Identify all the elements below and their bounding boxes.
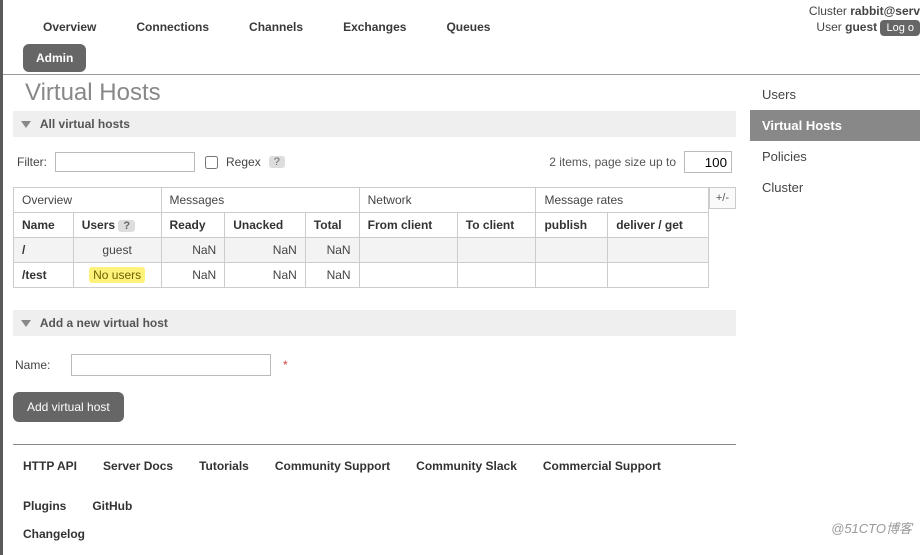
columns-toggle-button[interactable]: +/- <box>709 187 736 209</box>
footer-link[interactable]: Community Slack <box>416 459 517 473</box>
nav-overview[interactable]: Overview <box>23 10 116 42</box>
footer-link[interactable]: Changelog <box>23 527 85 541</box>
cell-publish <box>536 238 608 263</box>
sidebar-item-virtual-hosts[interactable]: Virtual Hosts <box>750 110 920 141</box>
nav-connections[interactable]: Connections <box>116 10 229 42</box>
sidebar-item-policies[interactable]: Policies <box>750 141 920 172</box>
pager-info: 2 items, page size up to <box>549 155 676 169</box>
regex-checkbox[interactable] <box>205 156 218 169</box>
col-ready[interactable]: Ready <box>161 213 225 238</box>
nav-admin[interactable]: Admin <box>23 44 86 72</box>
section-add-label: Add a new virtual host <box>40 316 168 330</box>
cell-deliver-get <box>608 263 709 288</box>
table-row: /testNo usersNaNNaNNaN <box>14 263 709 288</box>
cluster-name: rabbit@serv <box>850 4 920 18</box>
vhost-link[interactable]: / <box>22 243 25 257</box>
chevron-down-icon <box>21 121 31 128</box>
no-users-badge: No users <box>89 267 145 283</box>
cell-to-client <box>457 238 536 263</box>
col-group-rates: Message rates <box>536 188 708 213</box>
page-size-input[interactable] <box>684 151 732 173</box>
logout-button[interactable]: Log o <box>880 20 920 36</box>
cell-total: NaN <box>305 238 359 263</box>
add-name-label: Name: <box>15 358 63 372</box>
cell-ready: NaN <box>161 238 225 263</box>
col-users: Users ? <box>73 213 161 238</box>
footer-link[interactable]: HTTP API <box>23 459 77 473</box>
chevron-down-icon <box>21 320 31 327</box>
footer-link[interactable]: Community Support <box>275 459 390 473</box>
footer-link[interactable]: Server Docs <box>103 459 173 473</box>
cell-total: NaN <box>305 263 359 288</box>
col-group-messages: Messages <box>161 188 359 213</box>
filter-input[interactable] <box>55 152 195 172</box>
section-add-vhost[interactable]: Add a new virtual host <box>13 310 736 336</box>
page-title: Virtual Hosts <box>25 79 736 107</box>
cell-ready: NaN <box>161 263 225 288</box>
user-label: User <box>816 20 841 34</box>
main-nav: Overview Connections Channels Exchanges … <box>3 0 510 42</box>
cell-from-client <box>359 263 457 288</box>
footer-link[interactable]: Plugins <box>23 499 66 513</box>
add-vhost-button[interactable]: Add virtual host <box>13 392 124 422</box>
cluster-info: Cluster rabbit@serv User guest Log o <box>809 0 920 40</box>
vhost-link[interactable]: /test <box>22 268 47 282</box>
add-name-input[interactable] <box>71 354 271 376</box>
table-row: /guestNaNNaNNaN <box>14 238 709 263</box>
regex-label: Regex <box>226 155 261 169</box>
regex-help-icon[interactable]: ? <box>269 156 285 168</box>
users-help-icon[interactable]: ? <box>118 220 135 232</box>
cell-to-client <box>457 263 536 288</box>
required-indicator: * <box>283 358 288 372</box>
nav-queues[interactable]: Queues <box>426 10 510 42</box>
col-publish[interactable]: publish <box>536 213 608 238</box>
cell-from-client <box>359 238 457 263</box>
admin-sidebar: UsersVirtual HostsPoliciesCluster <box>750 79 920 203</box>
sidebar-item-cluster[interactable]: Cluster <box>750 172 920 203</box>
col-from-client[interactable]: From client <box>359 213 457 238</box>
nav-channels[interactable]: Channels <box>229 10 323 42</box>
footer-link[interactable]: Tutorials <box>199 459 249 473</box>
nav-exchanges[interactable]: Exchanges <box>323 10 426 42</box>
footer-link[interactable]: GitHub <box>92 499 132 513</box>
col-total[interactable]: Total <box>305 213 359 238</box>
cell-users: guest <box>73 238 161 263</box>
header-divider <box>3 74 920 75</box>
cell-users: No users <box>73 263 161 288</box>
cell-unacked: NaN <box>225 263 306 288</box>
col-name[interactable]: Name <box>14 213 74 238</box>
section-all-label: All virtual hosts <box>40 117 130 131</box>
cell-publish <box>536 263 608 288</box>
footer-link[interactable]: Commercial Support <box>543 459 661 473</box>
watermark: @51CTO博客 <box>831 518 912 537</box>
cell-unacked: NaN <box>225 238 306 263</box>
col-deliver-get[interactable]: deliver / get <box>608 213 709 238</box>
vhosts-table: Overview Messages Network Message rates … <box>13 187 709 288</box>
cell-deliver-get <box>608 238 709 263</box>
sidebar-item-users[interactable]: Users <box>750 79 920 110</box>
col-group-overview: Overview <box>14 188 162 213</box>
cluster-label: Cluster <box>809 4 847 18</box>
col-to-client[interactable]: To client <box>457 213 536 238</box>
section-all-vhosts[interactable]: All virtual hosts <box>13 111 736 137</box>
footer: HTTP API Server Docs Tutorials Community Su… <box>13 444 736 555</box>
col-group-network: Network <box>359 188 536 213</box>
user-name: guest <box>845 20 877 34</box>
filter-label: Filter: <box>17 155 47 169</box>
col-unacked[interactable]: Unacked <box>225 213 306 238</box>
